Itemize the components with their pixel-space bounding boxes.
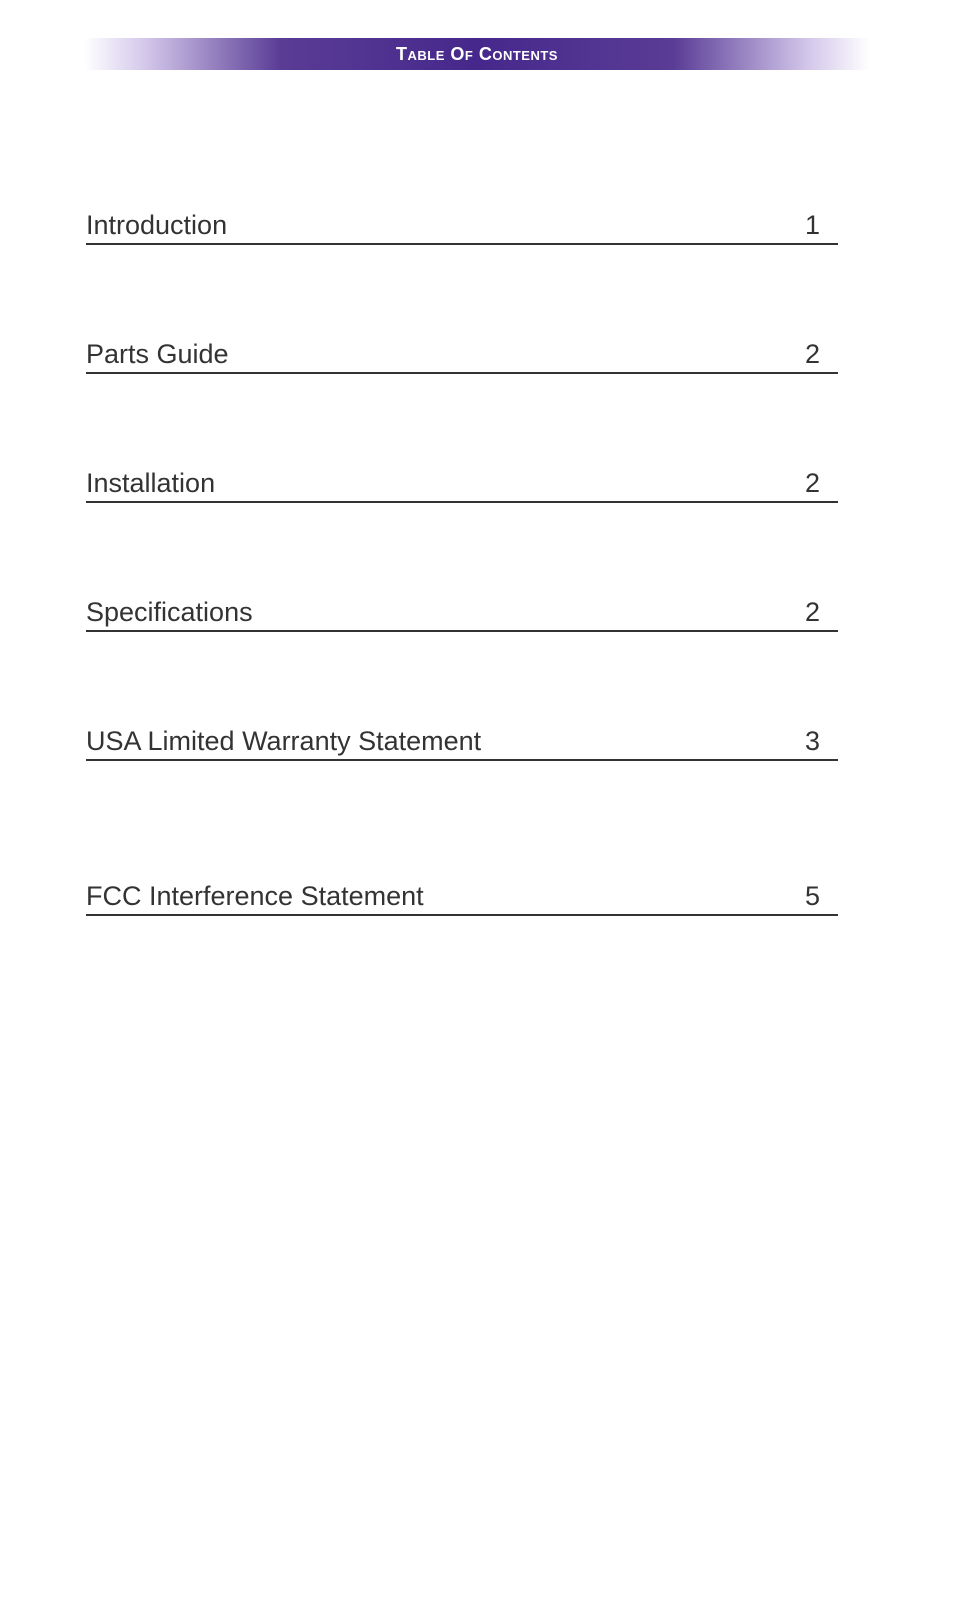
toc-entry-page: 2 [805,468,838,499]
toc-entry: Introduction 1 [86,210,838,245]
toc-entry-page: 5 [805,881,838,912]
toc-entry-title: Parts Guide [86,339,229,370]
toc-entry-page: 1 [805,210,838,241]
header-title: Table Of Contents [396,44,558,65]
toc-entry-title: Introduction [86,210,227,241]
toc-entry: USA Limited Warranty Statement 3 [86,726,838,761]
toc-container: Introduction 1 Parts Guide 2 Installatio… [86,210,838,1010]
toc-entry-title: FCC Interference Statement [86,881,424,912]
toc-entry: FCC Interference Statement 5 [86,881,838,916]
toc-entry: Specifications 2 [86,597,838,632]
header-banner: Table Of Contents [84,38,870,70]
toc-entry-page: 2 [805,597,838,628]
toc-entry-title: USA Limited Warranty Statement [86,726,481,757]
toc-entry-page: 2 [805,339,838,370]
toc-entry: Parts Guide 2 [86,339,838,374]
toc-entry-title: Specifications [86,597,253,628]
toc-entry-title: Installation [86,468,215,499]
toc-entry: Installation 2 [86,468,838,503]
toc-entry-page: 3 [805,726,838,757]
